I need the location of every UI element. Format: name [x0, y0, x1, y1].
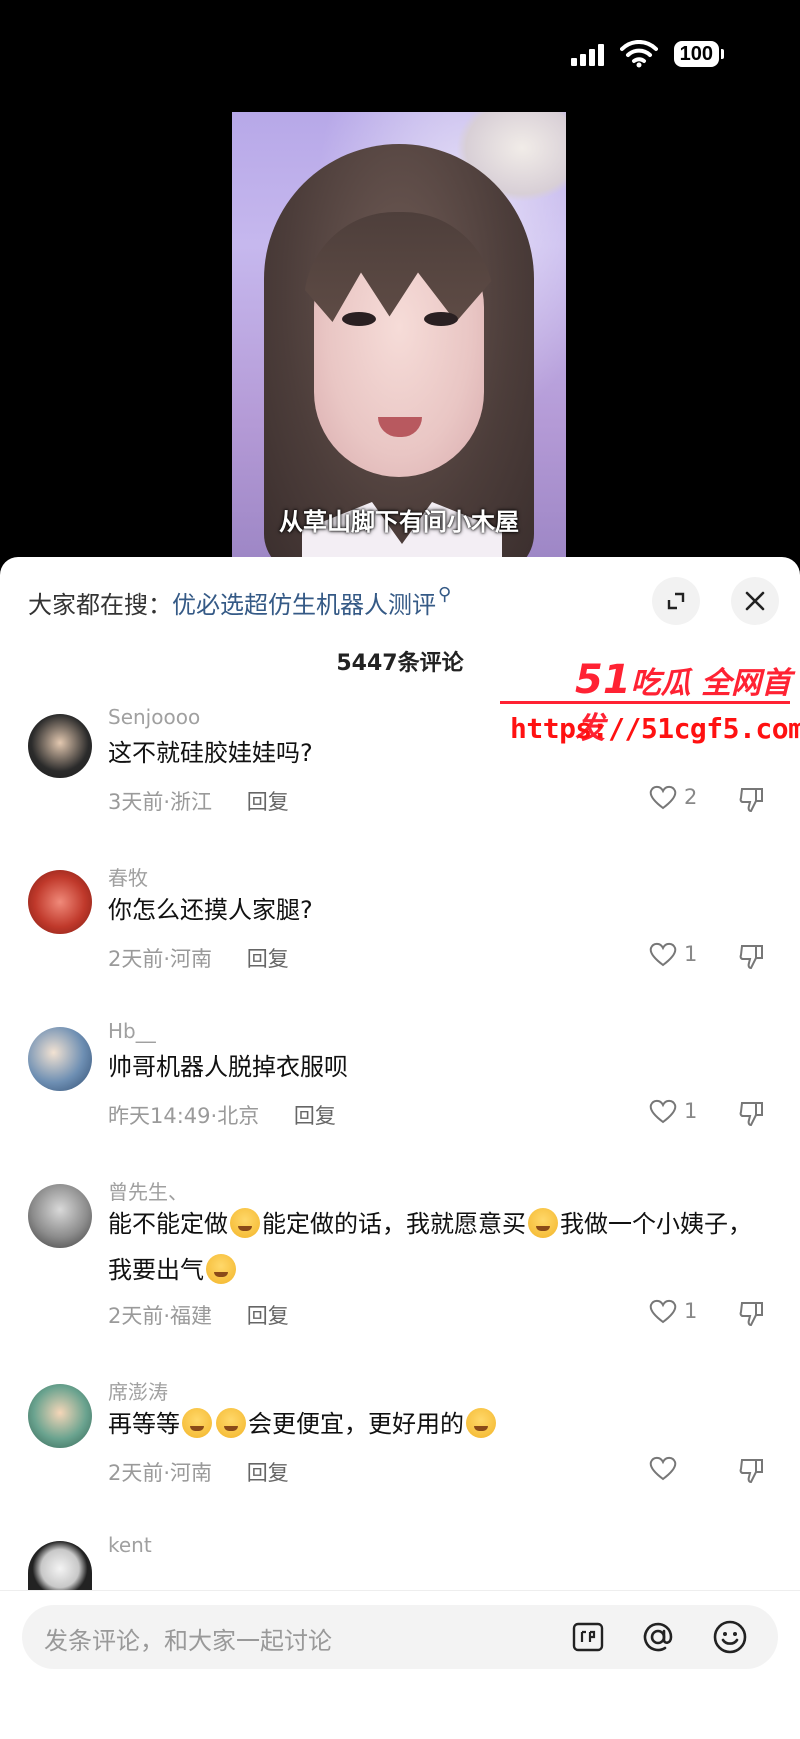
- close-button[interactable]: [731, 577, 779, 625]
- search-icon: ⚲: [438, 584, 452, 605]
- emoji-icon: [528, 1208, 558, 1238]
- avatar[interactable]: [28, 1384, 92, 1448]
- heart-icon: [649, 785, 677, 810]
- wifi-icon: [619, 40, 658, 68]
- reply-button[interactable]: 回复: [294, 1104, 336, 1128]
- reply-button[interactable]: 回复: [247, 947, 289, 971]
- comment-username[interactable]: Senjoooo: [108, 705, 200, 729]
- comment-text-part: 能不能定做: [108, 1210, 228, 1238]
- comment-text: 帅哥机器人脱掉衣服呗: [108, 1053, 348, 1081]
- comment-input-placeholder: 发条评论，和大家一起讨论: [44, 1627, 332, 1655]
- dislike-icon[interactable]: [738, 943, 766, 971]
- trending-search[interactable]: 大家都在搜： 优必选超仿生机器人测评 ⚲: [28, 584, 452, 620]
- avatar[interactable]: [28, 1027, 92, 1091]
- emoji-icon: [206, 1254, 236, 1284]
- trending-search-link[interactable]: 优必选超仿生机器人测评: [172, 585, 436, 620]
- comment-text-part: 会更便宜，更好用的: [248, 1410, 464, 1438]
- heart-icon: [649, 1099, 677, 1124]
- at-icon: [643, 1622, 673, 1652]
- comment-input[interactable]: 发条评论，和大家一起讨论: [22, 1605, 778, 1669]
- dislike-icon[interactable]: [738, 1100, 766, 1128]
- avatar[interactable]: [28, 714, 92, 778]
- like-button[interactable]: 1: [648, 1097, 697, 1125]
- like-count: 1: [684, 942, 698, 966]
- avatar[interactable]: [28, 870, 92, 934]
- comment-meta: 昨天14:49·北京 回复: [108, 1100, 336, 1130]
- screen: 100 从草山脚下有间小木屋 大家都在搜： 优必选超仿生机器人测评 ⚲ 5447…: [0, 0, 800, 1739]
- comment-input-bar: 发条评论，和大家一起讨论: [0, 1590, 800, 1739]
- watermark-divider: [500, 701, 790, 704]
- status-bar: 100: [570, 40, 724, 68]
- comment-text: 这不就硅胶娃娃吗?: [108, 739, 313, 767]
- like-button[interactable]: 1: [648, 940, 697, 968]
- close-icon: [745, 591, 765, 611]
- battery-level: 100: [673, 41, 719, 67]
- emoji-icon: [216, 1408, 246, 1438]
- heart-icon: [649, 1456, 677, 1481]
- comment-meta: 2天前·福建 回复: [108, 1300, 289, 1330]
- image-picker-button[interactable]: [570, 1619, 606, 1655]
- comment-time-location: 3天前·浙江: [108, 790, 213, 814]
- cellular-signal-icon: [570, 42, 604, 66]
- battery-indicator: 100: [673, 41, 724, 67]
- expand-icon: [667, 592, 685, 610]
- like-button[interactable]: 1: [648, 1297, 697, 1325]
- emoji-icon: [466, 1408, 496, 1438]
- comment-time-location: 2天前·河南: [108, 1461, 213, 1485]
- dislike-icon[interactable]: [738, 1300, 766, 1328]
- reply-button[interactable]: 回复: [247, 1461, 289, 1485]
- heart-icon: [649, 1299, 677, 1324]
- like-count: 1: [684, 1099, 698, 1123]
- dislike-icon[interactable]: [738, 1457, 766, 1485]
- trending-search-prefix: 大家都在搜：: [28, 591, 172, 619]
- comment-text: 能不能定做 能定做的话，我就愿意买 我做一个小姨子，我要出气: [108, 1201, 768, 1293]
- like-count: 1: [684, 1299, 698, 1323]
- comment-time-location: 昨天14:49·北京: [108, 1104, 260, 1128]
- comment-meta: 2天前·河南 回复: [108, 943, 289, 973]
- reply-button[interactable]: 回复: [247, 790, 289, 814]
- comment-username[interactable]: Hb__: [108, 1019, 156, 1043]
- dislike-icon[interactable]: [738, 786, 766, 814]
- reply-button[interactable]: 回复: [247, 1304, 289, 1328]
- expand-button[interactable]: [652, 577, 700, 625]
- like-button[interactable]: [648, 1454, 684, 1482]
- emoji-icon: [182, 1408, 212, 1438]
- comment-meta: 3天前·浙江 回复: [108, 786, 289, 816]
- comments-panel: 大家都在搜： 优必选超仿生机器人测评 ⚲ 5447条评论 51吃瓜 全网首发 h…: [0, 557, 800, 1739]
- comment-username[interactable]: kent: [108, 1533, 152, 1557]
- comment-meta: 2天前·河南 回复: [108, 1457, 289, 1487]
- avatar[interactable]: [28, 1184, 92, 1248]
- image-icon: [572, 1622, 604, 1652]
- avatar[interactable]: [28, 1541, 92, 1591]
- like-count: 2: [684, 785, 698, 809]
- heart-icon: [649, 942, 677, 967]
- like-button[interactable]: 2: [648, 783, 697, 811]
- video-subtitle: 从草山脚下有间小木屋: [279, 508, 519, 536]
- watermark-brand-number: 51: [575, 657, 631, 703]
- mention-button[interactable]: [640, 1619, 676, 1655]
- comment-time-location: 2天前·河南: [108, 947, 213, 971]
- comment-text-part: 再等等: [108, 1410, 180, 1438]
- comment-text: 再等等 会更便宜，更好用的: [108, 1401, 768, 1447]
- emoji-icon: [230, 1208, 260, 1238]
- comment-text-part: 能定做的话，我就愿意买: [262, 1210, 526, 1238]
- emoji-button[interactable]: [712, 1619, 748, 1655]
- comment-text: 你怎么还摸人家腿?: [108, 896, 313, 924]
- smiley-icon: [713, 1620, 747, 1654]
- video-player[interactable]: 从草山脚下有间小木屋: [232, 112, 566, 557]
- comment-time-location: 2天前·福建: [108, 1304, 213, 1328]
